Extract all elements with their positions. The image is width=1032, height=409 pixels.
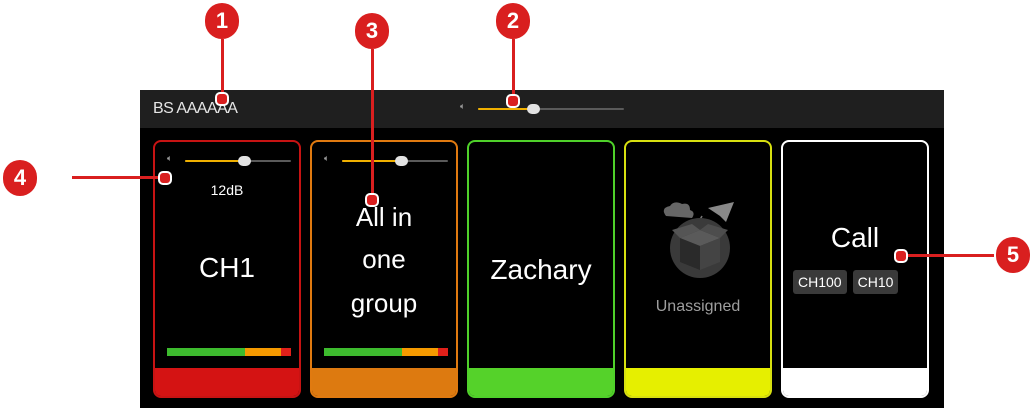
- channel-card-ch1[interactable]: 🔈︎ 12dB CH1: [153, 140, 301, 398]
- speaker-icon: 🔈︎: [460, 102, 466, 112]
- callout-5: 5: [996, 237, 1030, 273]
- gain-db-label: 12dB: [210, 182, 244, 198]
- channel-volume-thumb[interactable]: [395, 156, 409, 166]
- channel-tag: CH100: [793, 270, 847, 294]
- callout-3-marker: [365, 193, 379, 207]
- call-channel-tags: CH100 CH10: [793, 270, 899, 294]
- group-name-line-3: group: [350, 288, 418, 318]
- device-screen: BS AAAAAA 🔈︎ 🔈︎ 12dB CH1 🔈︎ All in one g…: [140, 90, 944, 408]
- channel-card-call[interactable]: Call CH100 CH10: [781, 140, 929, 398]
- channel-color-bar: [626, 368, 770, 396]
- callout-4-marker: [158, 171, 172, 185]
- callout-2-marker: [506, 94, 520, 108]
- channel-card-zachary[interactable]: Zachary: [467, 140, 615, 398]
- level-meter: [167, 348, 291, 356]
- channel-tag: CH10: [852, 270, 899, 294]
- group-name-line-2: one: [362, 244, 406, 274]
- channel-color-bar: [312, 368, 456, 396]
- unassigned-label: Unassigned: [655, 298, 741, 315]
- channel-name: CH1: [198, 252, 255, 283]
- master-volume-thumb[interactable]: [527, 104, 541, 114]
- channel-color-bar: [155, 368, 299, 396]
- empty-box-icon: [663, 202, 734, 278]
- callout-1: 1: [205, 3, 239, 39]
- top-bar: BS AAAAAA 🔈︎: [140, 90, 944, 128]
- channel-volume-thumb[interactable]: [238, 156, 252, 166]
- channel-card-group[interactable]: 🔈︎ All in one group: [310, 140, 458, 398]
- speaker-icon: 🔈︎: [167, 154, 173, 164]
- channel-color-bar: [469, 368, 613, 396]
- channel-card-unassigned[interactable]: Unassigned: [624, 140, 772, 398]
- group-name-line-1: All in: [355, 202, 413, 232]
- level-meter: [324, 348, 448, 356]
- callout-5-marker: [894, 249, 908, 263]
- callout-3: 3: [355, 13, 389, 49]
- callout-1-marker: [215, 92, 229, 106]
- callout-2: 2: [496, 3, 530, 39]
- channel-color-bar: [783, 368, 927, 396]
- speaker-icon: 🔈︎: [324, 154, 330, 164]
- callout-4: 4: [3, 160, 37, 196]
- channel-name: Zachary: [490, 254, 592, 285]
